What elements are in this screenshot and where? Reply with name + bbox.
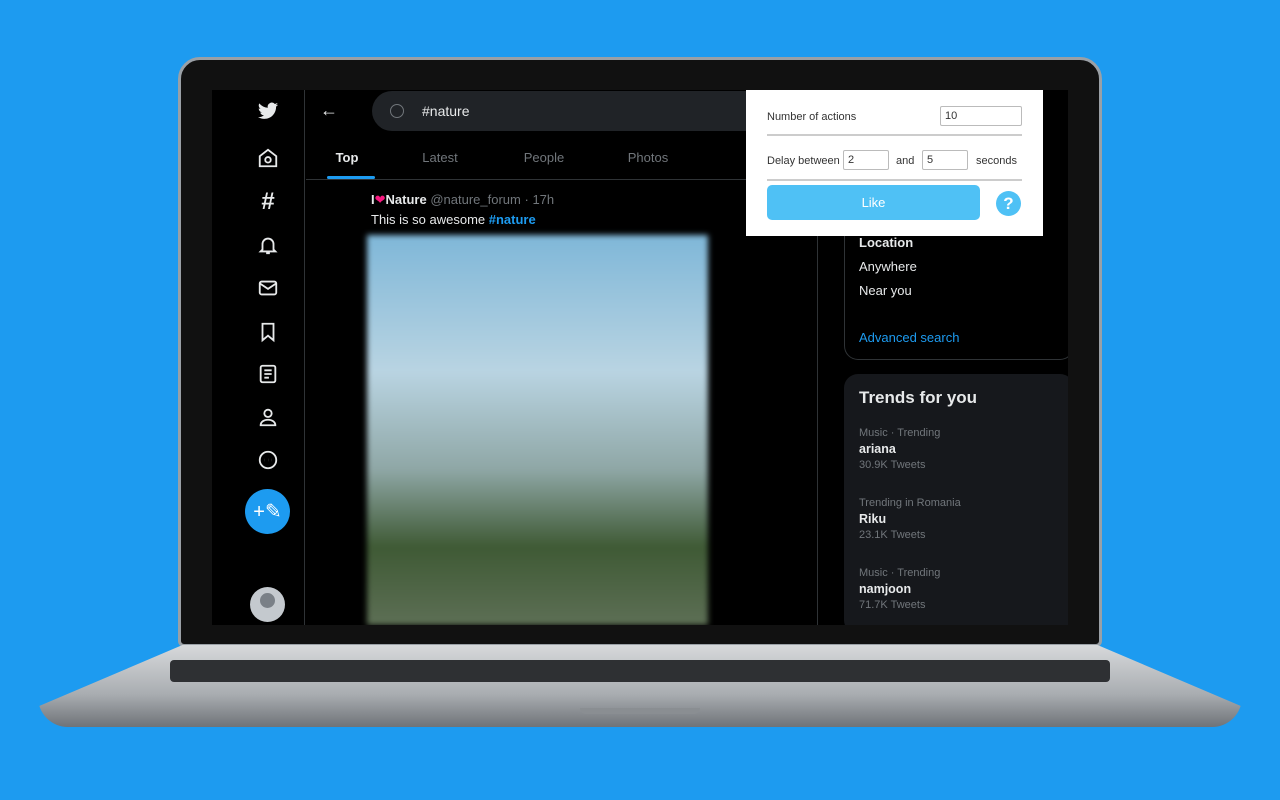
avatar[interactable] bbox=[250, 587, 285, 622]
actions-label: Number of actions bbox=[767, 111, 857, 123]
divider bbox=[767, 179, 1022, 181]
advanced-search-link[interactable]: Advanced search bbox=[859, 330, 959, 345]
trend-item[interactable]: Trending in Romania Riku 23.1K Tweets bbox=[859, 497, 961, 541]
tab-people[interactable]: People bbox=[492, 140, 596, 179]
trend-item[interactable]: Music · Trending ariana 30.9K Tweets bbox=[859, 427, 940, 471]
bell-icon[interactable] bbox=[248, 225, 288, 265]
search-icon bbox=[390, 104, 404, 118]
tweet-text: This is so awesome bbox=[371, 212, 489, 227]
tweet-time: · 17h bbox=[524, 192, 555, 207]
hashtag-icon[interactable]: # bbox=[248, 182, 288, 222]
back-arrow-icon[interactable]: ← bbox=[320, 100, 338, 121]
more-icon[interactable] bbox=[248, 440, 288, 480]
home-icon[interactable] bbox=[248, 138, 288, 178]
delay-max-input[interactable] bbox=[922, 150, 968, 170]
feather-plus-icon: +✎ bbox=[253, 501, 282, 523]
auto-like-popup: Number of actions Delay between and seco… bbox=[746, 90, 1043, 236]
search-tabs: Top Latest People Photos bbox=[306, 140, 818, 180]
mail-icon[interactable] bbox=[248, 268, 288, 308]
help-icon[interactable]: ? bbox=[996, 191, 1021, 216]
search-value: #nature bbox=[422, 103, 470, 119]
tab-top[interactable]: Top bbox=[306, 140, 388, 179]
lists-icon[interactable] bbox=[248, 354, 288, 394]
divider bbox=[767, 134, 1022, 136]
delay-label: Delay between bbox=[767, 155, 840, 167]
tweet-handle[interactable]: @nature_forum bbox=[430, 192, 521, 207]
like-button[interactable]: Like bbox=[767, 185, 980, 220]
sidebar: # +✎ bbox=[212, 90, 305, 625]
tweet[interactable]: I❤Nature @nature_forum · 17h This is so … bbox=[371, 192, 554, 227]
trends-title: Trends for you bbox=[859, 388, 978, 407]
seconds-label: seconds bbox=[976, 155, 1017, 167]
delay-min-input[interactable] bbox=[843, 150, 889, 170]
compose-tweet-button[interactable]: +✎ bbox=[245, 489, 290, 534]
tweet-hashtag[interactable]: #nature bbox=[489, 212, 536, 227]
tab-latest[interactable]: Latest bbox=[388, 140, 492, 179]
and-label: and bbox=[896, 155, 915, 167]
profile-icon[interactable] bbox=[248, 397, 288, 437]
heart-icon: ❤ bbox=[374, 192, 386, 207]
tab-photos[interactable]: Photos bbox=[596, 140, 700, 179]
actions-input[interactable] bbox=[940, 106, 1022, 126]
location-near-you[interactable]: Near you bbox=[859, 283, 912, 298]
tweet-author[interactable]: Nature bbox=[386, 192, 427, 207]
tweet-photo[interactable] bbox=[367, 235, 708, 625]
location-anywhere[interactable]: Anywhere bbox=[859, 259, 917, 274]
screen: # +✎ ← #nature Top Latest People Photos … bbox=[212, 90, 1068, 625]
trend-item[interactable]: Music · Trending namjoon 71.7K Tweets bbox=[859, 567, 940, 611]
trends-panel: Trends for you Music · Trending ariana 30.… bbox=[844, 374, 1068, 625]
laptop-keyboard bbox=[170, 660, 1110, 682]
twitter-logo-icon[interactable] bbox=[248, 91, 288, 131]
main-column: ← #nature Top Latest People Photos I❤Nat… bbox=[306, 90, 818, 625]
location-heading: Location bbox=[859, 235, 914, 250]
laptop-notch bbox=[580, 708, 700, 714]
bookmark-icon[interactable] bbox=[248, 312, 288, 352]
laptop-base bbox=[38, 645, 1242, 727]
search-input[interactable]: #nature bbox=[372, 91, 772, 131]
